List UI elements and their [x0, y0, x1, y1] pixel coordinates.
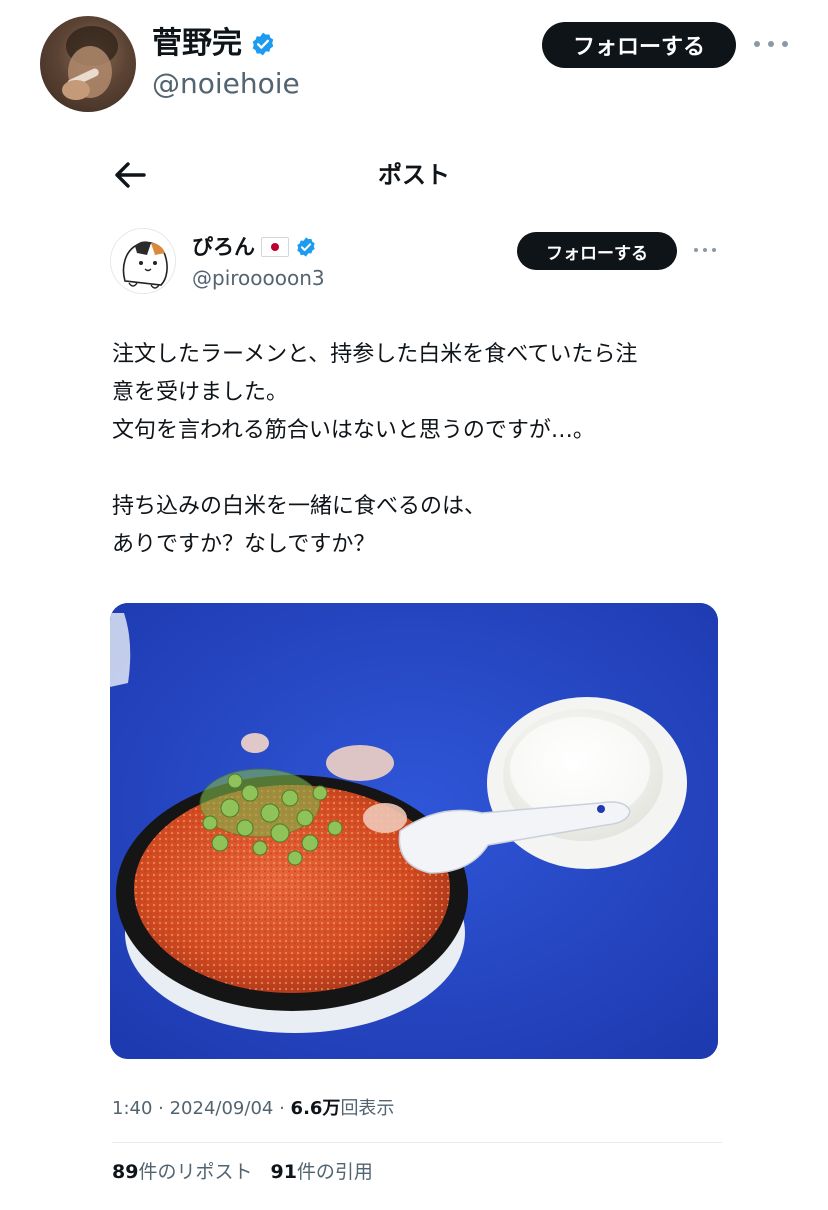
post-author-name-text[interactable]: ぴろん	[192, 232, 255, 262]
post-meta: 1:40 · 2024/09/04 · 6.6万回表示	[112, 1094, 394, 1124]
japan-flag-icon	[261, 237, 289, 257]
verified-badge-icon	[252, 32, 274, 56]
reposts-label: 件のリポスト	[138, 1161, 253, 1183]
top-profile-name[interactable]: 菅野完	[152, 24, 276, 64]
post-more-options-icon[interactable]	[694, 246, 716, 254]
top-avatar[interactable]	[40, 16, 136, 112]
post-author-name[interactable]: ぴろん	[192, 232, 317, 262]
quotes-count: 91	[270, 1161, 297, 1183]
views-label: 回表示	[340, 1098, 395, 1119]
post-author-avatar[interactable]	[110, 228, 176, 294]
post-text-line: 意を受けました。	[112, 380, 289, 405]
post-body-text: 注文したラーメンと、持参した白米を食べていたら注 意を受けました。 文句を言われ…	[112, 336, 712, 564]
post-date[interactable]: 2024/09/04	[170, 1098, 274, 1119]
divider	[112, 1142, 722, 1143]
quotes-label: 件の引用	[296, 1161, 373, 1183]
post-stats: 89件のリポスト 91件の引用	[112, 1156, 373, 1188]
follow-button-top[interactable]: フォローする	[542, 22, 736, 68]
post-author-header: ぴろん @pirooooon3 フォローする	[110, 228, 730, 308]
more-options-icon[interactable]	[754, 32, 788, 56]
follow-button-post[interactable]: フォローする	[517, 232, 677, 270]
reposts-count: 89	[112, 1161, 139, 1183]
meta-separator: ·	[158, 1098, 170, 1119]
post-text-line: ありですか？なしですか？	[112, 532, 376, 557]
post-media-photo[interactable]	[110, 603, 718, 1059]
post-author-handle[interactable]: @pirooooon3	[192, 264, 325, 292]
top-profile-name-text[interactable]: 菅野完	[152, 24, 242, 64]
post-text-line: 注文したラーメンと、持参した白米を食べていたら注	[112, 342, 638, 367]
post-text-line: 文句を言われる筋合いはないと思うのですが…。	[112, 418, 595, 443]
meta-separator: ·	[279, 1098, 291, 1119]
quotes-stat[interactable]: 91件の引用	[270, 1156, 372, 1188]
post-text-blank-line	[112, 450, 712, 488]
top-profile-header: 菅野完 @noiehoie フォローする	[0, 0, 828, 120]
post-text-line: 持ち込みの白米を一緒に食べるのは、	[112, 494, 487, 519]
arrow-left-icon[interactable]	[110, 157, 150, 193]
reposts-stat[interactable]: 89件のリポスト	[112, 1156, 252, 1188]
views-count: 6.6万	[290, 1098, 341, 1119]
post-nav-bar: ポスト	[0, 140, 828, 210]
verified-badge-icon	[297, 237, 315, 257]
post-time[interactable]: 1:40	[112, 1098, 152, 1119]
top-profile-handle[interactable]: @noiehoie	[152, 66, 300, 102]
